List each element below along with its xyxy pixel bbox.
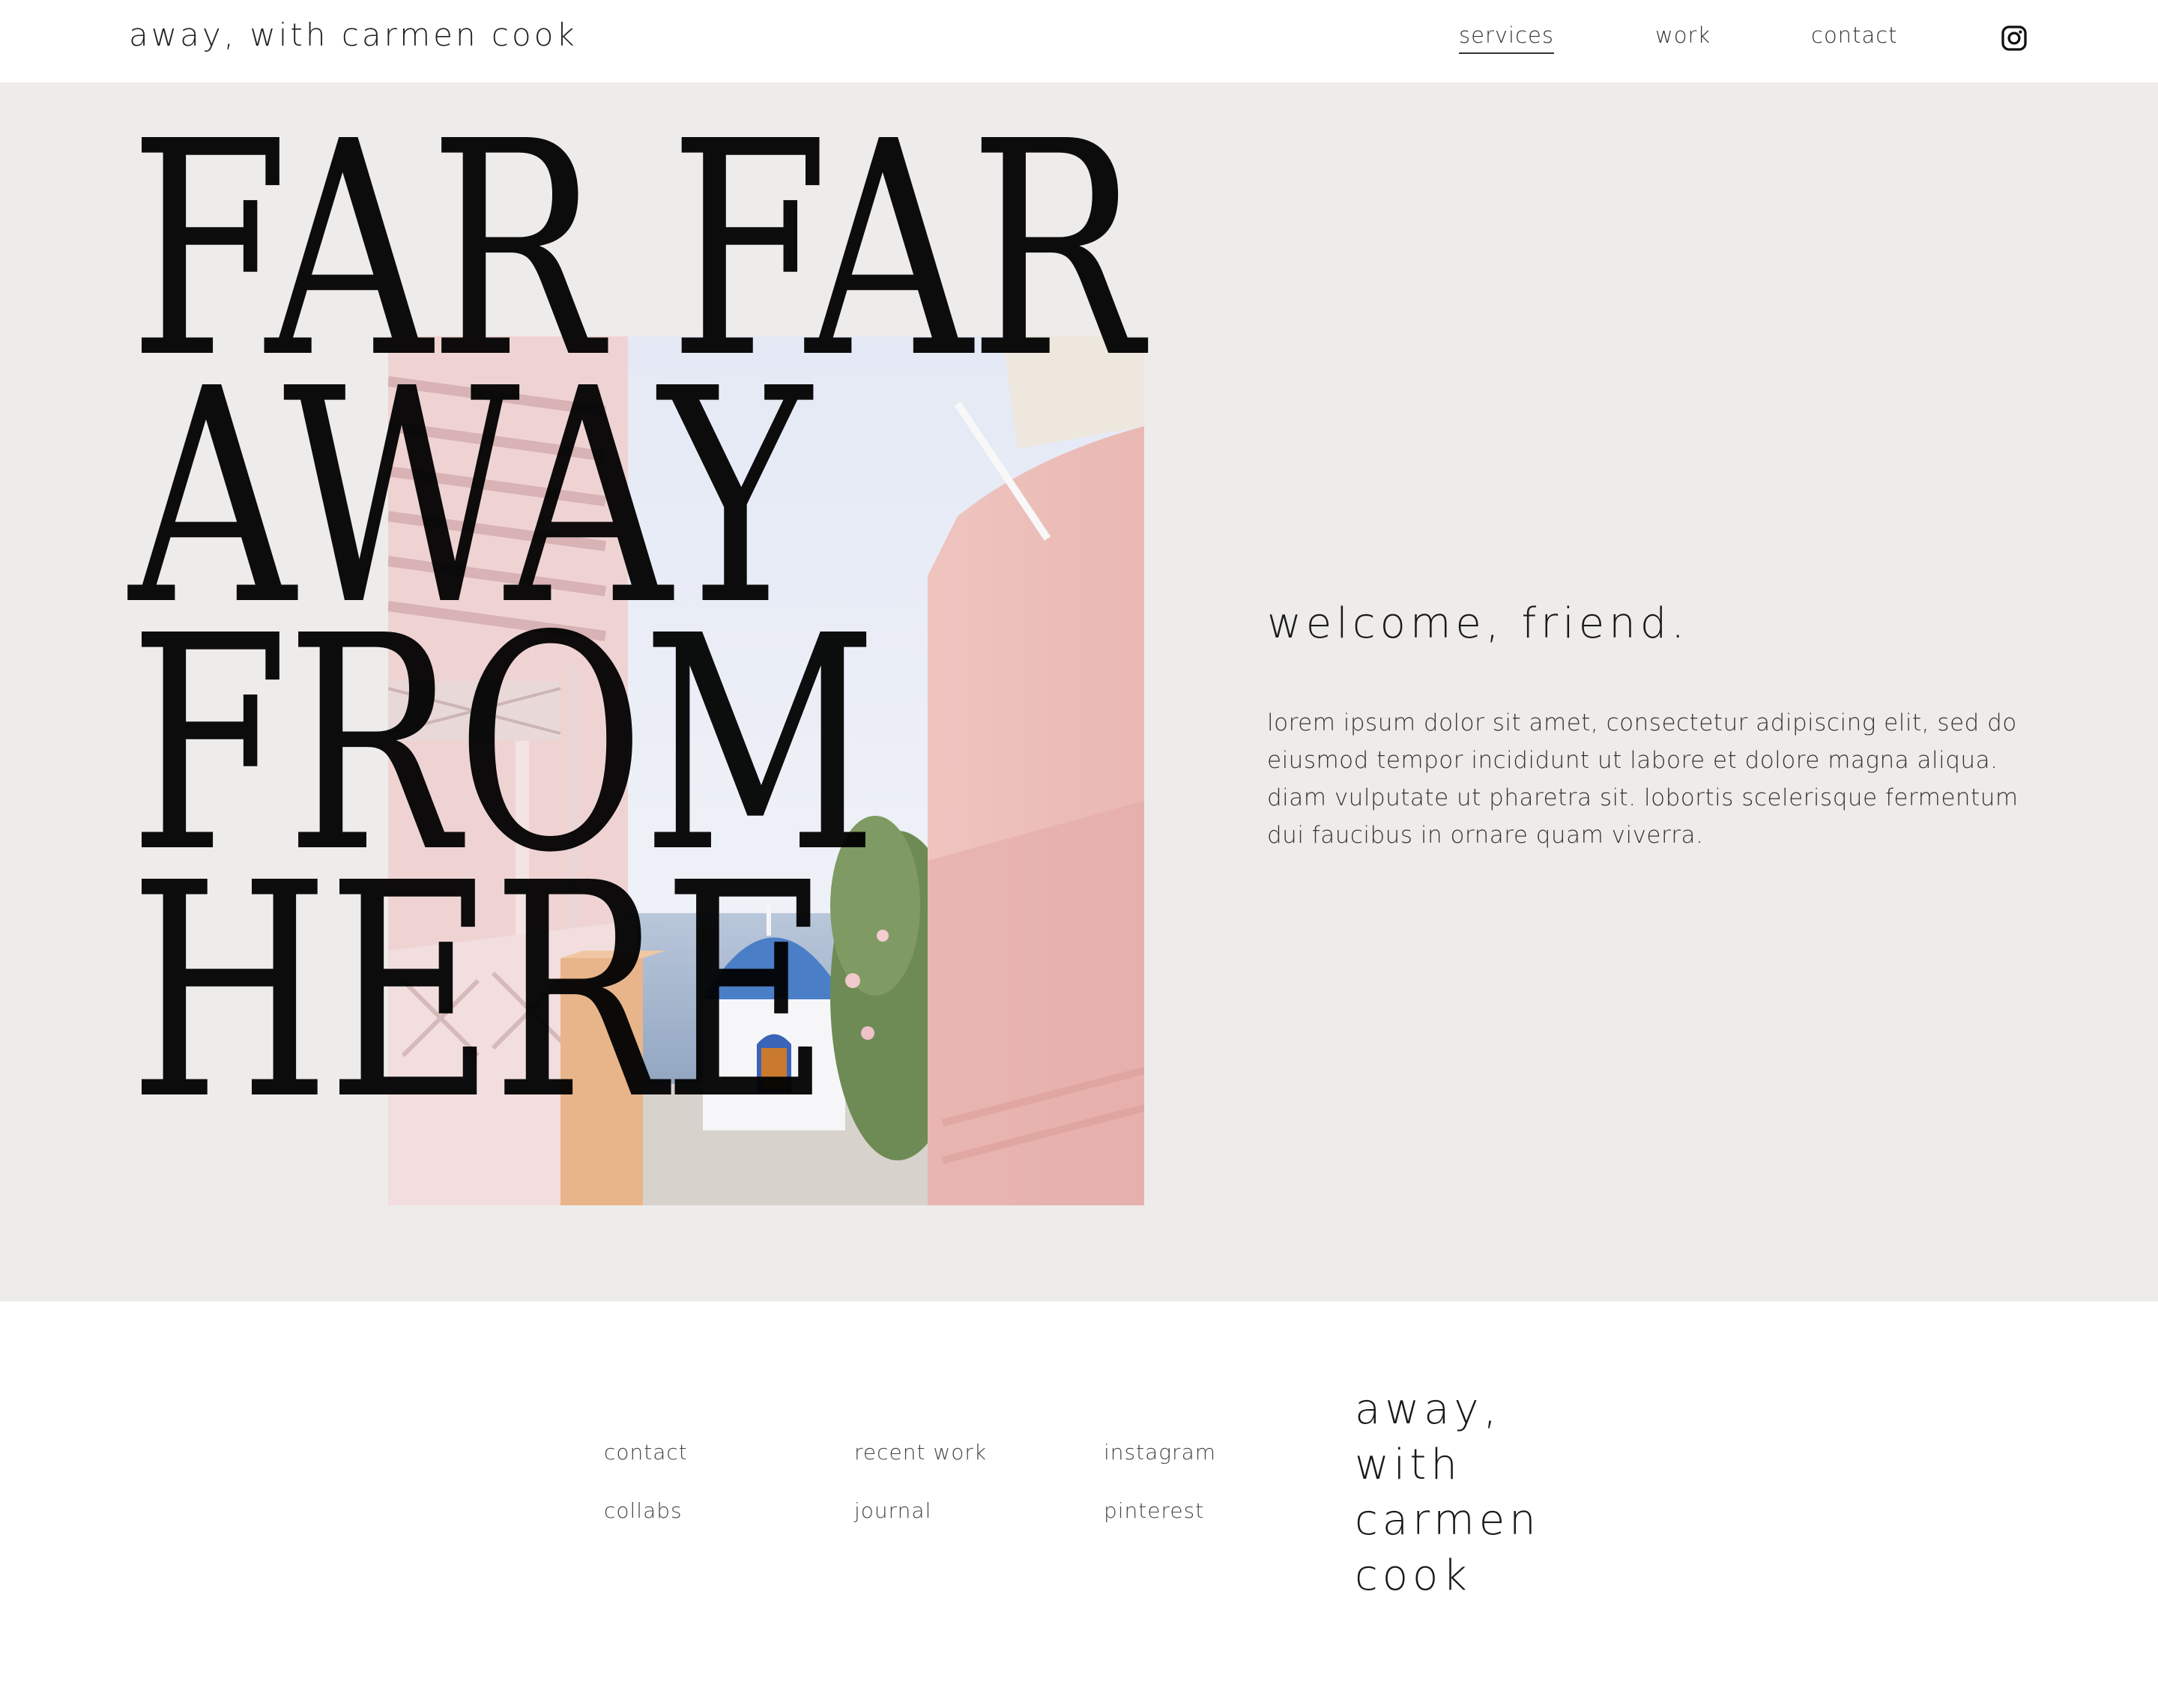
- hero-section: FAR FAR AWAY FROM HERE welcome, friend. …: [0, 82, 2158, 1301]
- footer-link-pinterest[interactable]: pinterest: [1104, 1498, 1204, 1523]
- site-header: away, with carmen cook services work con…: [0, 0, 2158, 82]
- instagram-icon[interactable]: [2001, 25, 2028, 52]
- footer-brand-line: with: [1355, 1441, 1462, 1489]
- intro-paragraph: lorem ipsum dolor sit amet, consectetur …: [1267, 709, 2019, 849]
- footer-link-instagram[interactable]: instagram: [1104, 1440, 1216, 1465]
- footer-brand-line: away,: [1355, 1385, 1502, 1434]
- footer-link-journal[interactable]: journal: [854, 1498, 931, 1523]
- footer-brand[interactable]: away, with carmen cook: [1355, 1382, 1654, 1604]
- welcome-heading: welcome, friend.: [1267, 599, 1690, 648]
- nav-work[interactable]: work: [1655, 22, 1711, 48]
- santorini-scene-image: [388, 336, 1144, 1205]
- hero-photo: [388, 336, 1144, 1205]
- footer-brand-line: cook: [1355, 1551, 1472, 1600]
- footer-brand-line: carmen: [1355, 1496, 1541, 1545]
- site-brand[interactable]: away, with carmen cook: [129, 16, 578, 53]
- site-footer: contact recent work instagram collabs jo…: [0, 1301, 2158, 1708]
- footer-link-contact[interactable]: contact: [604, 1440, 688, 1465]
- footer-link-recent-work[interactable]: recent work: [854, 1440, 987, 1465]
- footer-link-collabs[interactable]: collabs: [604, 1498, 683, 1523]
- nav-services[interactable]: services: [1459, 22, 1554, 54]
- nav-contact[interactable]: contact: [1811, 22, 1898, 48]
